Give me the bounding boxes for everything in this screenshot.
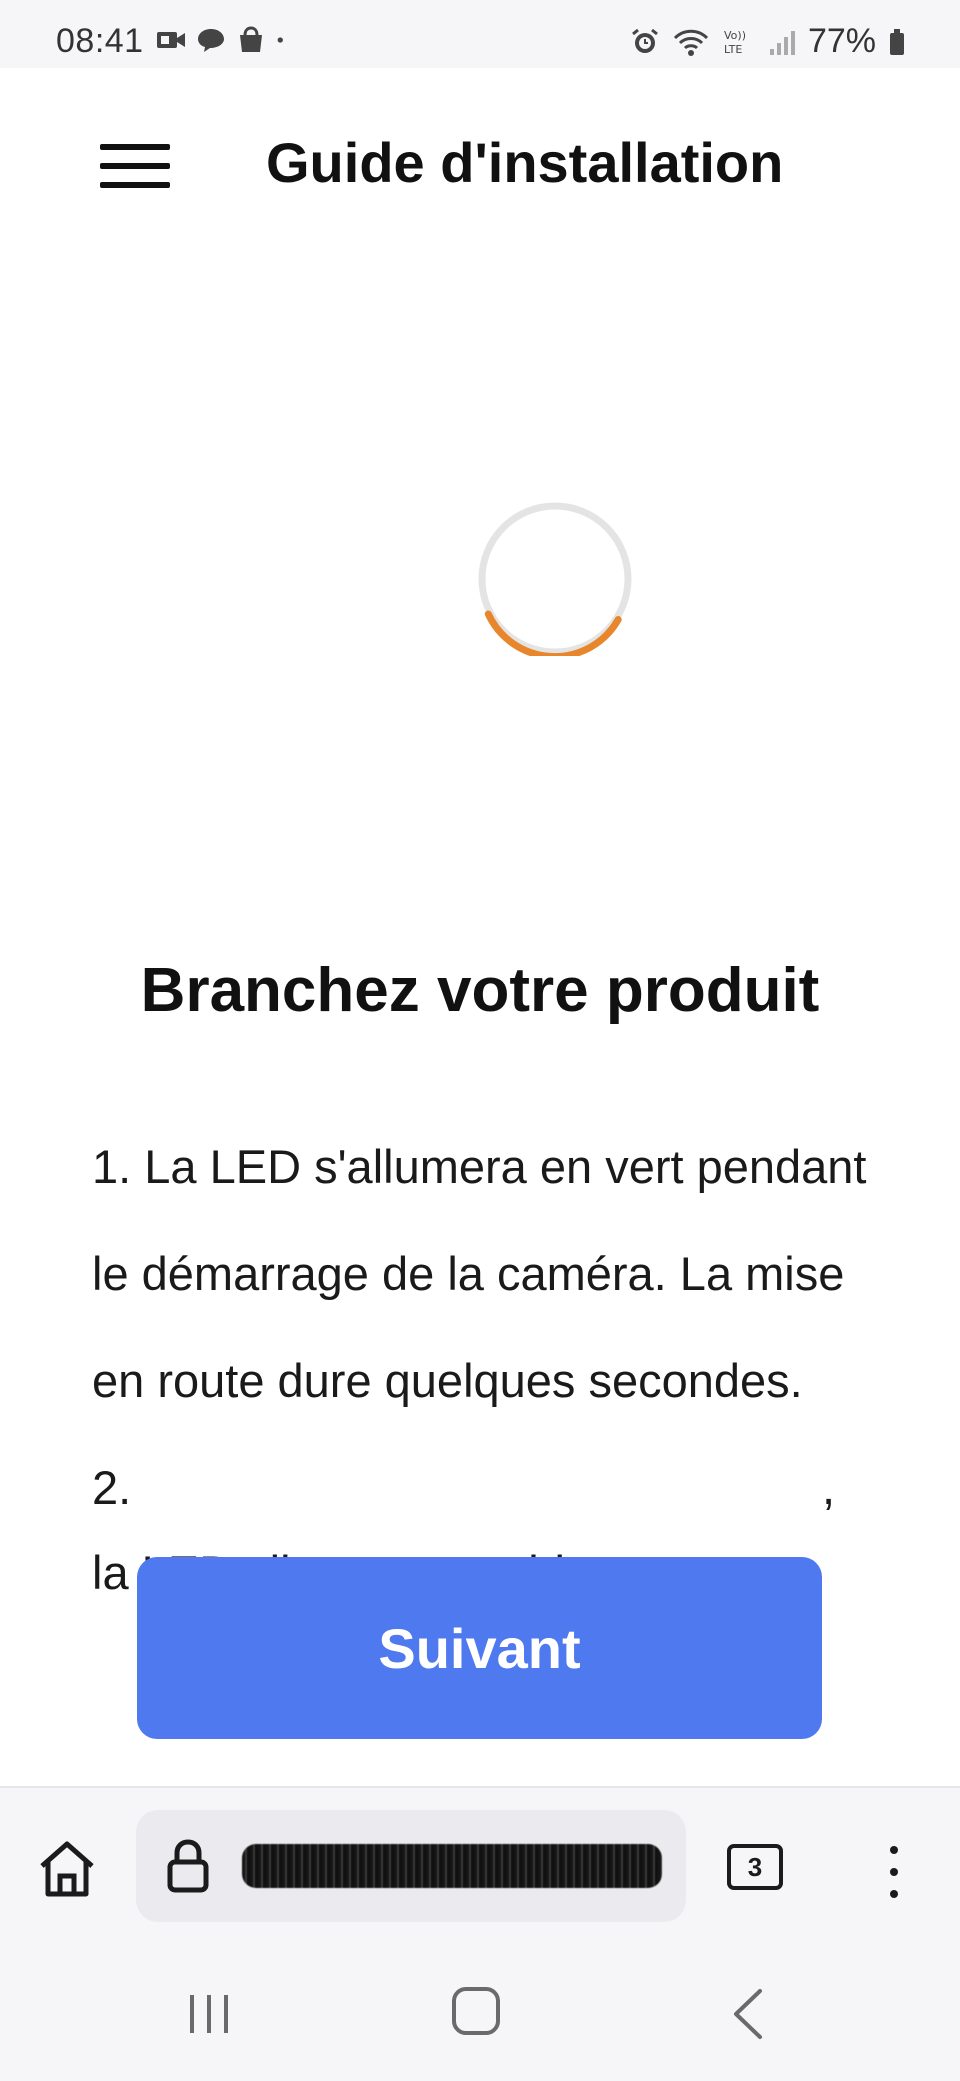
instructions: 1. La LED s'allumera en vert pendant le … [92,1113,872,1626]
back-icon[interactable] [728,1987,768,2041]
chat-bubble-icon [198,29,224,52]
status-left-icons [156,26,292,54]
status-right-icons: Vo)) LTE 77% [630,22,906,61]
wifi-icon [673,29,708,56]
spinner-track [478,502,632,656]
instruction-step-2-start: 2. [92,1461,132,1514]
instruction-step-2: 2. , [92,1434,872,1541]
home-square-icon[interactable] [452,1987,500,2035]
url-field[interactable]: redacted-url [136,1810,686,1922]
system-nav-bar [0,1941,960,2081]
app-header: Guide d'installation [0,68,960,258]
volte-icon: Vo))LTE [724,29,746,56]
status-time: 08:41 [56,22,144,60]
battery-percentage: 77% [807,22,876,60]
battery-icon [890,28,904,55]
tabs-count-button[interactable]: 3 [727,1844,783,1890]
signal-icon [769,30,795,55]
hamburger-menu-icon[interactable] [96,138,174,194]
home-icon[interactable] [36,1838,98,1900]
recents-icon[interactable] [186,1991,232,2037]
instruction-step-1: 1. La LED s'allumera en vert pendant le … [92,1140,867,1407]
shopping-bag-icon [240,26,262,52]
page-title: Guide d'installation [266,131,784,194]
svg-text:Vo)): Vo)) [724,29,746,42]
section-title: Branchez votre produit [140,956,820,1025]
loading-spinner-icon [478,502,632,656]
browser-toolbar: redacted-url 3 [0,1786,960,1941]
next-button[interactable]: Suivant [137,1557,822,1739]
lock-icon [167,1839,209,1893]
alarm-icon [632,28,658,53]
more-vertical-icon[interactable] [880,1844,908,1900]
svg-text:LTE: LTE [724,43,742,56]
video-call-icon [157,32,185,48]
url-text: redacted-url [242,1844,662,1888]
dot-icon [277,37,283,43]
status-bar: 08:41 Vo)) LTE 77% [0,0,960,68]
instruction-step-2-end: , [822,1461,836,1514]
